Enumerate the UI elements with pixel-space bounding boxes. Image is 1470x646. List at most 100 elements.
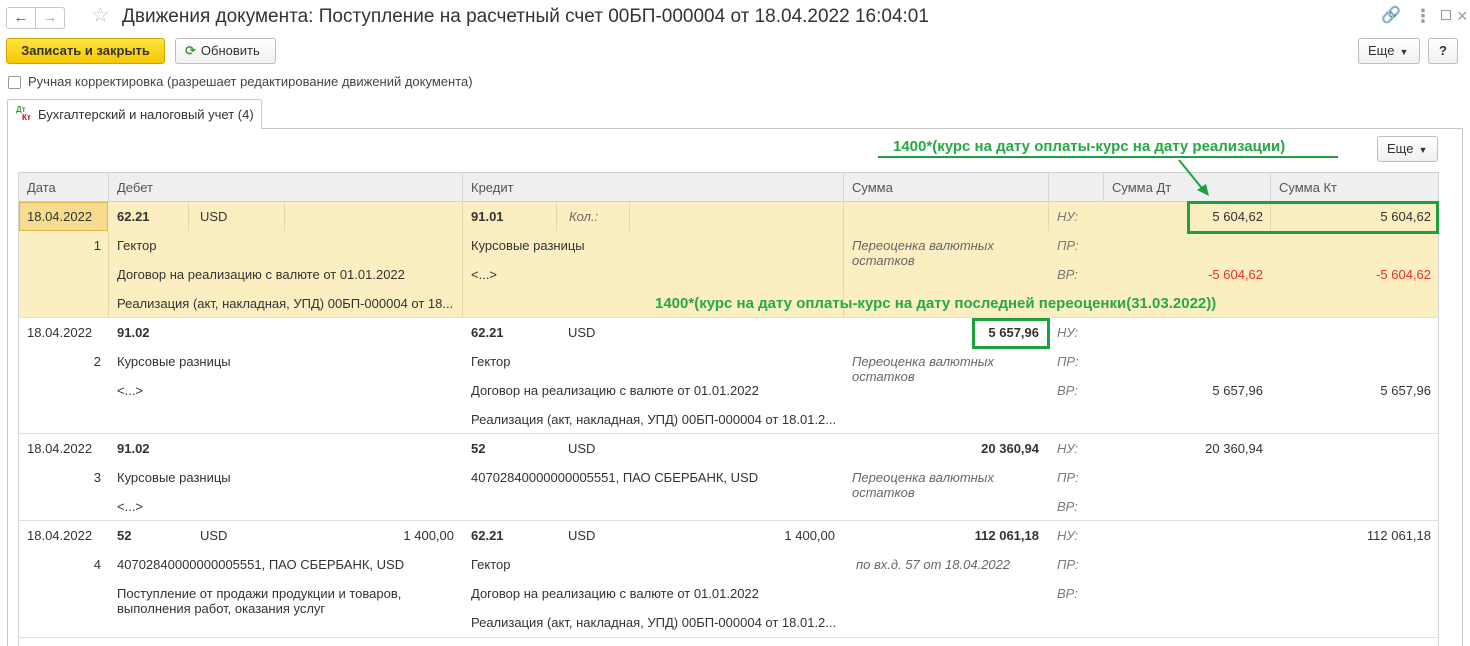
annotation-middle: 1400*(курс на дату оплаты-курс на дату п… (655, 295, 1217, 312)
nu-label: НУ: (1057, 441, 1079, 456)
nu-sum-kt: 112 061,18 (1366, 528, 1431, 543)
debit-currency: USD (200, 528, 228, 543)
table-more-label: Еще (1387, 141, 1414, 156)
help-button[interactable]: ? (1428, 38, 1458, 64)
manual-correction-checkbox[interactable] (8, 76, 21, 89)
annotation-arrow-icon (1178, 159, 1209, 196)
window-title: Движения документа: Поступление на расче… (122, 6, 929, 27)
credit-subconto-2: Договор на реализацию с валюте от 01.01.… (471, 383, 759, 398)
debit-subconto-3: Реализация (акт, накладная, УПД) 00БП-00… (117, 296, 454, 311)
nu-sum-dt: 20 360,94 (1205, 441, 1263, 456)
nu-label: НУ: (1057, 209, 1079, 224)
credit-account: 62.21 (471, 325, 504, 340)
credit-qty-label: Кол.: (569, 209, 599, 224)
posting-content: Переоценка валютных остатков (852, 354, 994, 384)
row-number: 1 (93, 238, 101, 253)
chevron-down-icon: ▼ (1399, 47, 1409, 57)
credit-subconto-3: Реализация (акт, накладная, УПД) 00БП-00… (471, 412, 837, 427)
link-icon[interactable]: 🔗 (1381, 6, 1401, 26)
forward-button[interactable]: → (35, 7, 65, 29)
credit-currency: USD (568, 441, 596, 456)
vr-sum-dt: -5 604,62 (1208, 267, 1263, 282)
pr-label: ПР: (1057, 557, 1079, 572)
posting-content: Переоценка валютных остатков (852, 470, 994, 500)
more-label: Еще (1368, 43, 1395, 58)
postings-table: Дата Дебет Кредит Сумма Сумма Дт Сумма К… (18, 172, 1439, 646)
debit-currency: USD (200, 209, 228, 224)
column-header-debit[interactable]: Дебет (109, 172, 463, 202)
credit-subconto-2: Договор на реализацию с валюте от 01.01.… (471, 586, 759, 601)
credit-account: 52 (471, 441, 486, 456)
credit-account: 62.21 (471, 528, 504, 543)
vr-label: ВР: (1057, 267, 1078, 282)
credit-account: 91.01 (471, 209, 504, 224)
arrow-right-icon: → (42, 9, 58, 26)
highlight-sum-row2 (972, 318, 1050, 349)
credit-subconto-1: Гектор (471, 354, 511, 369)
vertical-ellipsis-icon[interactable]: ⋮ (1414, 6, 1432, 26)
dt-kt-icon: Дт Кт (16, 105, 31, 122)
column-header-date[interactable]: Дата (19, 172, 109, 202)
sum-cell: 112 061,18 (974, 528, 1039, 543)
nu-label: НУ: (1057, 325, 1079, 340)
annotation-underline (878, 156, 1338, 158)
debit-subconto-1: 40702840000000005551, ПАО СБЕРБАНК, USD (117, 557, 405, 572)
credit-currency: USD (568, 325, 596, 340)
save-and-close-button[interactable]: Записать и закрыть (6, 38, 165, 64)
debit-subconto-2: Договор на реализацию с валюте от 01.01.… (117, 267, 405, 282)
vr-label: ВР: (1057, 499, 1078, 514)
vr-sum-dt: 5 657,96 (1212, 383, 1263, 398)
arrow-left-icon: ← (13, 9, 29, 26)
more-menu-button[interactable]: Еще ▼ (1358, 38, 1420, 64)
date-cell: 18.04.2022 (27, 441, 93, 456)
close-icon[interactable]: × (1457, 6, 1468, 26)
date-cell: 18.04.2022 (27, 325, 93, 340)
vr-sum-kt: -5 604,62 (1376, 267, 1431, 282)
row-number: 2 (93, 354, 101, 369)
column-header-sum[interactable]: Сумма (844, 172, 1049, 202)
maximize-icon[interactable] (1441, 10, 1451, 20)
vr-label: ВР: (1057, 586, 1078, 601)
credit-subconto-3: Реализация (акт, накладная, УПД) 00БП-00… (471, 615, 837, 630)
refresh-icon: ⟳ (185, 43, 196, 58)
debit-account: 62.21 (117, 209, 150, 224)
posting-content: по вх.д. 57 от 18.04.2022 (856, 557, 1011, 572)
table-more-button[interactable]: Еще ▼ (1377, 136, 1438, 162)
credit-currency: USD (568, 528, 596, 543)
credit-currency-amount: 1 400,00 (784, 528, 835, 543)
table-row[interactable]: 18.04.2022 2 91.02 Курсовые разницы <...… (19, 318, 1438, 434)
credit-subconto-1: 40702840000000005551, ПАО СБЕРБАНК, USD (471, 470, 759, 485)
debit-account: 91.02 (117, 325, 150, 340)
sum-cell: 20 360,94 (981, 441, 1039, 456)
debit-subconto-2: Поступление от продажи продукции и товар… (117, 586, 402, 616)
refresh-button[interactable]: ⟳ Обновить (175, 38, 276, 64)
favorite-star-icon[interactable]: ☆ (91, 4, 110, 28)
date-cell: 18.04.2022 (27, 209, 93, 224)
highlight-nu-sums (1187, 201, 1439, 234)
tab-label: Бухгалтерский и налоговый учет (4) (38, 107, 254, 122)
credit-subconto-1: Курсовые разницы (471, 238, 585, 253)
column-header-sum-kt[interactable]: Сумма Кт (1271, 172, 1438, 202)
vr-sum-kt: 5 657,96 (1380, 383, 1431, 398)
debit-subconto-1: Гектор (117, 238, 157, 253)
debit-subconto-1: Курсовые разницы (117, 354, 231, 369)
nu-label: НУ: (1057, 528, 1079, 543)
debit-account: 91.02 (117, 441, 150, 456)
debit-subconto-2: <...> (117, 383, 144, 398)
table-row[interactable]: 18.04.2022 4 52 USD 1 400,00 40702840000… (19, 521, 1438, 638)
pr-label: ПР: (1057, 470, 1079, 485)
posting-content: Переоценка валютных остатков (852, 238, 994, 268)
chevron-down-icon: ▼ (1418, 145, 1428, 155)
table-row[interactable]: 18.04.2022 3 91.02 Курсовые разницы <...… (19, 434, 1438, 521)
back-button[interactable]: ← (6, 7, 36, 29)
debit-subconto-2: <...> (117, 499, 144, 514)
vr-label: ВР: (1057, 383, 1078, 398)
debit-subconto-1: Курсовые разницы (117, 470, 231, 485)
column-header-register (1049, 172, 1104, 202)
tab-accounting[interactable]: Дт Кт Бухгалтерский и налоговый учет (4) (7, 99, 262, 129)
debit-account: 52 (117, 528, 132, 543)
column-header-credit[interactable]: Кредит (463, 172, 844, 202)
pr-label: ПР: (1057, 354, 1079, 369)
date-cell: 18.04.2022 (27, 528, 93, 543)
pr-label: ПР: (1057, 238, 1079, 253)
